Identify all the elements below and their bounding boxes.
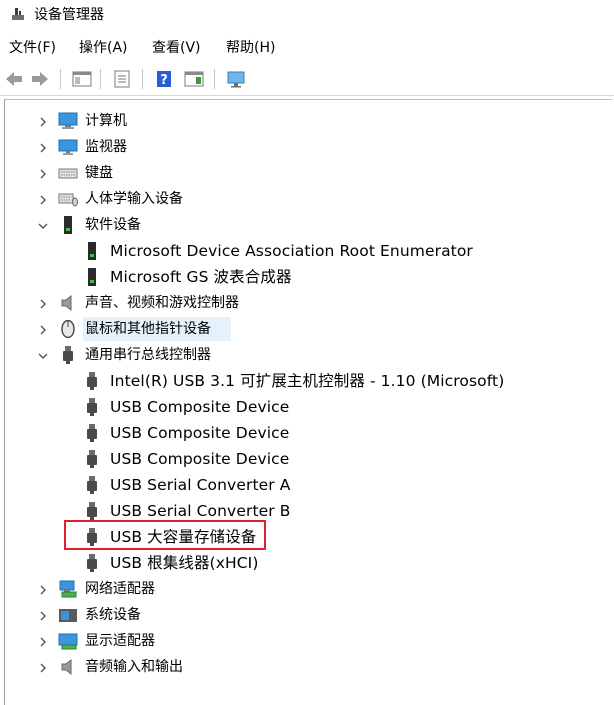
usb-icon <box>82 424 102 442</box>
expand-chevron-icon[interactable] <box>36 115 50 129</box>
menu-file[interactable]: 文件(F) <box>9 35 56 59</box>
expand-chevron-icon[interactable] <box>36 297 50 311</box>
tree-leaf-label: Intel(R) USB 3.1 可扩展主机控制器 - 1.10 (Micros… <box>110 372 505 390</box>
tree-node-label: 网络适配器 <box>85 581 155 597</box>
software-device-icon <box>82 268 102 286</box>
tree-node-label: 键盘 <box>85 165 113 181</box>
software-device-icon <box>58 216 78 234</box>
tree-node-label: 计算机 <box>85 113 127 129</box>
toolbar: ? <box>0 62 614 96</box>
speaker-icon <box>58 294 78 312</box>
tree-node-label: 鼠标和其他指针设备 <box>85 321 211 337</box>
console-tree-icon[interactable] <box>72 70 92 88</box>
tree-node-label: 音频输入和输出 <box>85 659 183 675</box>
toolbar-separator <box>60 69 61 89</box>
tree-leaf-label: USB Serial Converter A <box>110 476 291 494</box>
hid-icon <box>58 190 78 208</box>
display-adapter-icon <box>58 632 78 650</box>
usb-icon <box>82 476 102 494</box>
tree-node-label: 声音、视频和游戏控制器 <box>85 295 239 311</box>
audio-io-icon <box>58 658 78 676</box>
tree-leaf-label: Microsoft Device Association Root Enumer… <box>110 242 473 260</box>
annotation-highlight-box <box>64 520 266 550</box>
tree-node-label: 软件设备 <box>85 217 141 233</box>
usb-icon <box>82 502 102 520</box>
tree-node-label: 通用串行总线控制器 <box>85 347 211 363</box>
expand-chevron-icon[interactable] <box>36 167 50 181</box>
back-icon[interactable] <box>4 70 24 88</box>
forward-icon[interactable] <box>30 70 50 88</box>
window-title: 设备管理器 <box>34 7 104 23</box>
action-pane-icon[interactable] <box>184 70 204 88</box>
device-manager-icon <box>10 6 26 22</box>
system-device-icon <box>58 606 78 624</box>
tree-node-label: 监视器 <box>85 139 127 155</box>
menu-help[interactable]: 帮助(H) <box>226 35 275 59</box>
title-bar: 设备管理器 <box>0 0 614 28</box>
usb-icon <box>58 346 78 364</box>
tree-leaf-label: USB Composite Device <box>110 450 290 468</box>
menu-action[interactable]: 操作(A) <box>79 35 128 59</box>
properties-icon[interactable] <box>112 70 132 88</box>
expand-chevron-icon[interactable] <box>36 635 50 649</box>
network-icon <box>58 580 78 598</box>
monitor-scan-icon[interactable] <box>226 70 246 88</box>
usb-icon <box>82 398 102 416</box>
usb-icon <box>82 450 102 468</box>
computer-icon <box>58 112 78 130</box>
mouse-icon <box>58 319 78 339</box>
software-device-icon <box>82 242 102 260</box>
collapse-chevron-icon[interactable] <box>36 219 50 233</box>
keyboard-icon <box>58 164 78 182</box>
tree-node-label: 系统设备 <box>85 607 141 623</box>
expand-chevron-icon[interactable] <box>36 193 50 207</box>
tree-node-label: 人体学输入设备 <box>85 191 183 207</box>
tree-leaf-label: Microsoft GS 波表合成器 <box>110 268 292 286</box>
collapse-chevron-icon[interactable] <box>36 349 50 363</box>
tree-leaf-label: USB Composite Device <box>110 398 290 416</box>
svg-text:?: ? <box>160 73 168 88</box>
expand-chevron-icon[interactable] <box>36 323 50 337</box>
expand-chevron-icon[interactable] <box>36 661 50 675</box>
usb-icon <box>82 554 102 572</box>
expand-chevron-icon[interactable] <box>36 583 50 597</box>
usb-icon <box>82 372 102 390</box>
toolbar-separator <box>142 69 143 89</box>
tree-leaf-label: USB 根集线器(xHCI) <box>110 554 259 572</box>
expand-chevron-icon[interactable] <box>36 141 50 155</box>
menu-view[interactable]: 查看(V) <box>152 35 201 59</box>
tree-leaf-label: USB Composite Device <box>110 424 290 442</box>
expand-chevron-icon[interactable] <box>36 609 50 623</box>
toolbar-separator <box>100 69 101 89</box>
toolbar-separator <box>214 69 215 89</box>
tree-leaf-label: USB Serial Converter B <box>110 502 291 520</box>
help-icon[interactable]: ? <box>154 70 174 88</box>
tree-node-label: 显示适配器 <box>85 633 155 649</box>
monitor-icon <box>58 138 78 156</box>
